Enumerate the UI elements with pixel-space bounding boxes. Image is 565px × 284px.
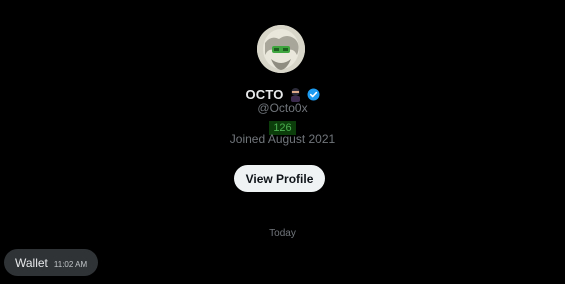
profile-handle: @Octo0x: [257, 101, 308, 115]
ninja-emoji-icon: [288, 87, 303, 102]
joined-date: Joined August 2021: [229, 132, 336, 146]
message-text: Wallet: [15, 255, 48, 270]
message-bubble[interactable]: Wallet 11:02 AM: [4, 249, 99, 276]
date-divider: Today: [269, 228, 296, 239]
profile-avatar[interactable]: [257, 25, 305, 73]
message-timestamp: 11:02 AM: [53, 260, 88, 269]
view-profile-button[interactable]: View Profile: [234, 165, 325, 192]
display-name: OCTO: [245, 86, 284, 102]
verified-check-icon: [307, 88, 320, 101]
